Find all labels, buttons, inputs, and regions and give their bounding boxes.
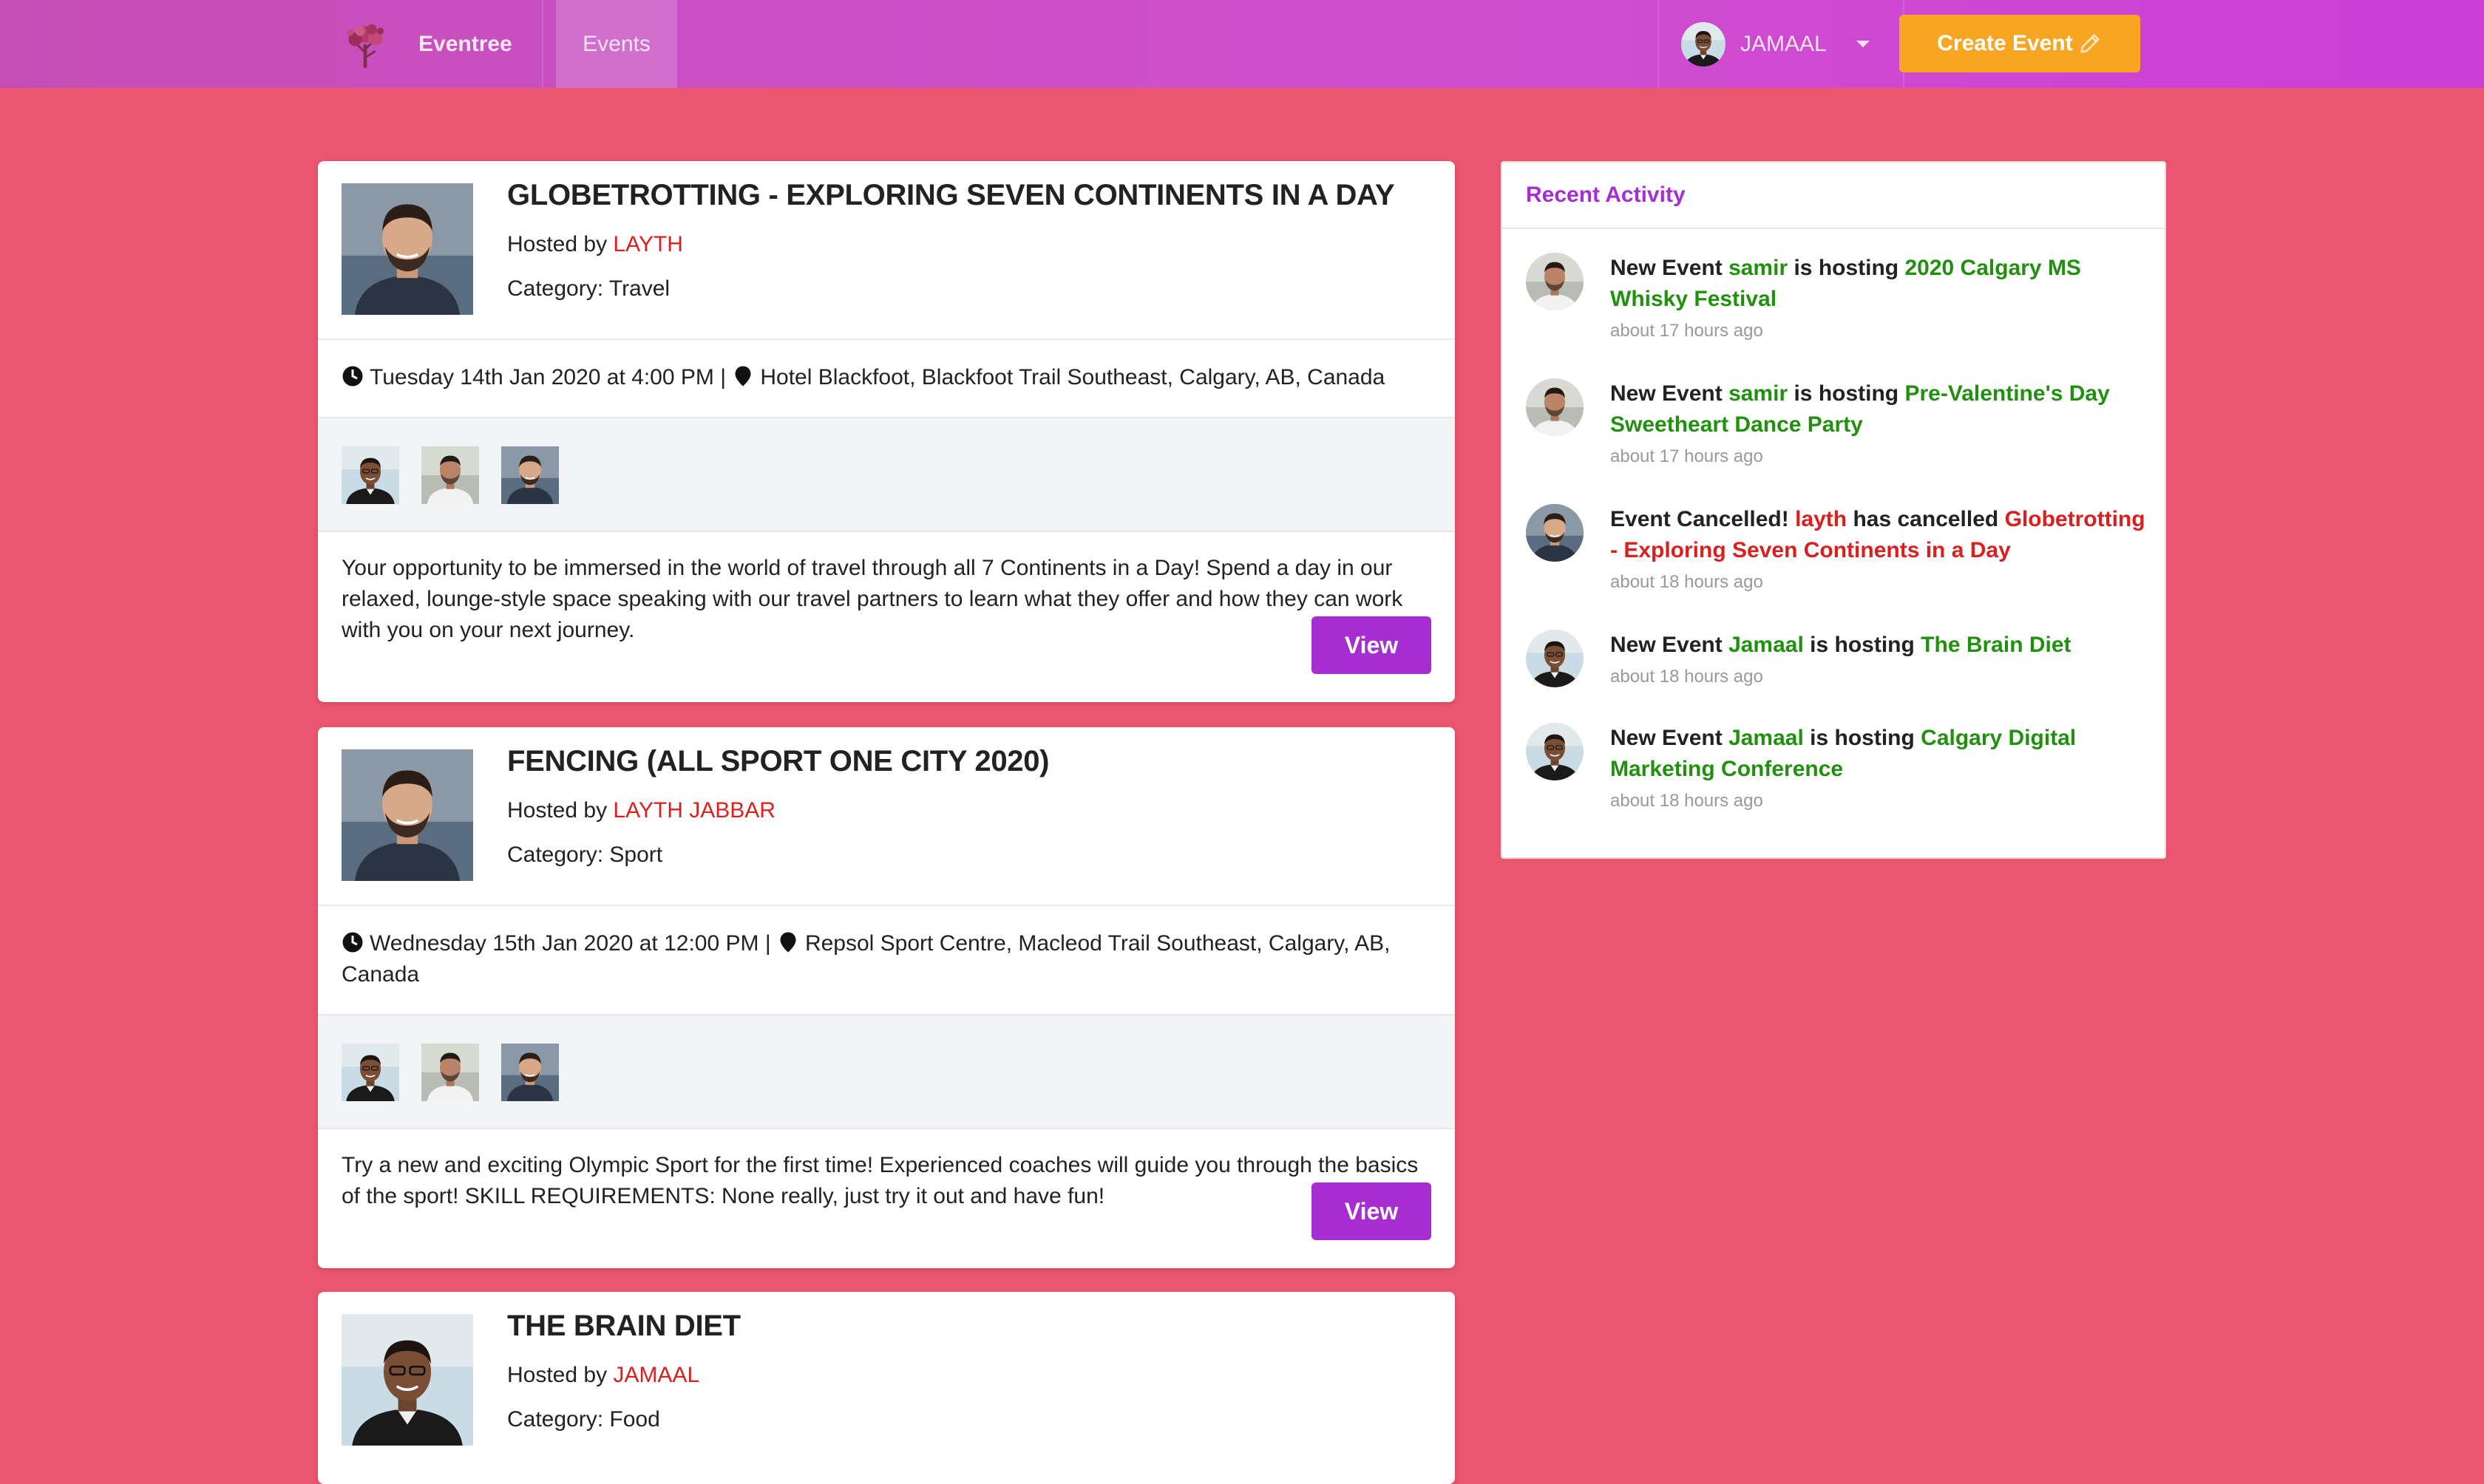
activity-text: New Event samir is hosting Pre-Valentine… — [1610, 378, 2157, 472]
activity-text: New Event Jamaal is hosting Calgary Digi… — [1610, 723, 2157, 816]
view-event-button[interactable]: View — [1311, 616, 1431, 674]
host-name-link[interactable]: JAMAAL — [613, 1363, 699, 1387]
brand-name: Eventree — [418, 31, 512, 56]
hosted-by: Hosted by LAYTH JABBAR — [507, 798, 776, 823]
activity-time: about 17 hours ago — [1610, 321, 1763, 341]
event-meta: Tuesday 14th Jan 2020 at 4:00 PM | Hotel… — [318, 340, 1455, 418]
event-card-header: THE BRAIN DIET Hosted by JAMAAL Category… — [318, 1292, 1455, 1471]
activity-avatar[interactable] — [1526, 630, 1584, 687]
activity-verb: is hosting — [1794, 381, 1899, 406]
event-category: Category: Sport — [507, 843, 663, 867]
hosted-by: Hosted by JAMAAL — [507, 1363, 699, 1388]
attendee-list — [318, 418, 1455, 532]
event-description-section: Your opportunity to be immersed in the w… — [318, 532, 1455, 674]
user-menu[interactable]: JAMAAL — [1657, 0, 1904, 88]
activity-user-link[interactable]: layth — [1795, 507, 1847, 531]
event-datetime: Wednesday 15th Jan 2020 at 12:00 PM | — [370, 931, 771, 956]
activity-avatar[interactable] — [1526, 378, 1584, 436]
event-category: Category: Travel — [507, 276, 671, 301]
event-card: THE BRAIN DIET Hosted by JAMAAL Category… — [318, 1292, 1455, 1484]
activity-label: New Event — [1610, 726, 1723, 750]
hosted-by-label: Hosted by — [507, 1363, 608, 1387]
activity-verb: is hosting — [1810, 726, 1915, 750]
activity-label: New Event — [1610, 381, 1723, 406]
host-photo[interactable] — [342, 1314, 473, 1446]
activity-label: Event Cancelled! — [1610, 507, 1789, 531]
tree-logo-icon — [347, 24, 384, 68]
attendee-list — [318, 1015, 1455, 1129]
activity-text: Event Cancelled! layth has cancelled Glo… — [1610, 504, 2157, 597]
event-description: Try a new and exciting Olympic Sport for… — [342, 1153, 1419, 1208]
map-marker-icon — [780, 932, 796, 953]
pencil-icon — [2080, 33, 2100, 53]
create-event-label: Create Event — [1937, 31, 2073, 55]
activity-text: New Event Jamaal is hosting The Brain Di… — [1610, 630, 2157, 692]
event-card: FENCING (ALL SPORT ONE CITY 2020) Hosted… — [318, 727, 1455, 1268]
event-title: GLOBETROTTING - EXPLORING SEVEN CONTINEN… — [507, 179, 1395, 211]
hosted-by-label: Hosted by — [507, 798, 608, 823]
create-event-button[interactable]: Create Event — [1899, 15, 2140, 72]
clock-icon — [342, 366, 363, 387]
event-datetime: Tuesday 14th Jan 2020 at 4:00 PM | — [370, 365, 726, 389]
event-title: THE BRAIN DIET — [507, 1310, 741, 1342]
recent-activity-panel: Recent Activity New Event samir is hosti… — [1501, 161, 2166, 859]
attendee-avatar[interactable] — [421, 1044, 479, 1101]
activity-time: about 17 hours ago — [1610, 446, 1763, 466]
activity-text: New Event samir is hosting 2020 Calgary … — [1610, 253, 2157, 346]
activity-user-link[interactable]: samir — [1728, 381, 1788, 406]
host-photo[interactable] — [342, 749, 473, 881]
event-title: FENCING (ALL SPORT ONE CITY 2020) — [507, 745, 1050, 777]
activity-time: about 18 hours ago — [1610, 791, 1763, 811]
map-marker-icon — [735, 366, 751, 387]
hosted-by-label: Hosted by — [507, 232, 608, 256]
event-category: Category: Food — [507, 1407, 660, 1432]
activity-label: New Event — [1610, 256, 1723, 280]
host-photo[interactable] — [342, 183, 473, 315]
event-card: GLOBETROTTING - EXPLORING SEVEN CONTINEN… — [318, 161, 1455, 702]
event-description-section: Try a new and exciting Olympic Sport for… — [318, 1129, 1455, 1240]
top-navbar: Eventree Events JAMAAL Create Event — [0, 0, 2484, 88]
attendee-avatar[interactable] — [342, 446, 399, 504]
activity-verb: has cancelled — [1853, 507, 1999, 531]
event-meta: Wednesday 15th Jan 2020 at 12:00 PM | Re… — [318, 906, 1455, 1015]
activity-avatar[interactable] — [1526, 723, 1584, 780]
activity-verb: is hosting — [1794, 256, 1899, 280]
nav-events-link[interactable]: Events — [556, 0, 677, 88]
activity-user-link[interactable]: samir — [1728, 256, 1788, 280]
user-avatar — [1681, 22, 1725, 67]
attendee-avatar[interactable] — [501, 1044, 559, 1101]
activity-verb: is hosting — [1810, 633, 1915, 657]
brand-link[interactable]: Eventree — [340, 0, 543, 88]
clock-icon — [342, 932, 363, 953]
activity-user-link[interactable]: Jamaal — [1728, 726, 1804, 750]
activity-user-link[interactable]: Jamaal — [1728, 633, 1804, 657]
recent-activity-title: Recent Activity — [1502, 163, 2165, 229]
attendee-avatar[interactable] — [421, 446, 479, 504]
host-name-link[interactable]: LAYTH JABBAR — [613, 798, 776, 823]
attendee-avatar[interactable] — [501, 446, 559, 504]
chevron-down-icon — [1856, 41, 1870, 47]
activity-time: about 18 hours ago — [1610, 572, 1763, 592]
host-name-link[interactable]: LAYTH — [613, 232, 682, 256]
activity-avatar[interactable] — [1526, 253, 1584, 310]
event-card-header: GLOBETROTTING - EXPLORING SEVEN CONTINEN… — [318, 161, 1455, 340]
attendee-avatar[interactable] — [342, 1044, 399, 1101]
user-name: JAMAAL — [1740, 31, 1827, 56]
activity-label: New Event — [1610, 633, 1723, 657]
event-card-header: FENCING (ALL SPORT ONE CITY 2020) Hosted… — [318, 727, 1455, 906]
view-event-button[interactable]: View — [1311, 1182, 1431, 1240]
event-description: Your opportunity to be immersed in the w… — [342, 556, 1403, 642]
activity-avatar[interactable] — [1526, 504, 1584, 562]
event-venue: Hotel Blackfoot, Blackfoot Trail Southea… — [760, 365, 1385, 389]
activity-event-link[interactable]: The Brain Diet — [1921, 633, 2071, 657]
hosted-by: Hosted by LAYTH — [507, 232, 683, 257]
activity-time: about 18 hours ago — [1610, 667, 1763, 687]
navbar-container: Eventree Events JAMAAL Create Event — [318, 0, 2166, 88]
